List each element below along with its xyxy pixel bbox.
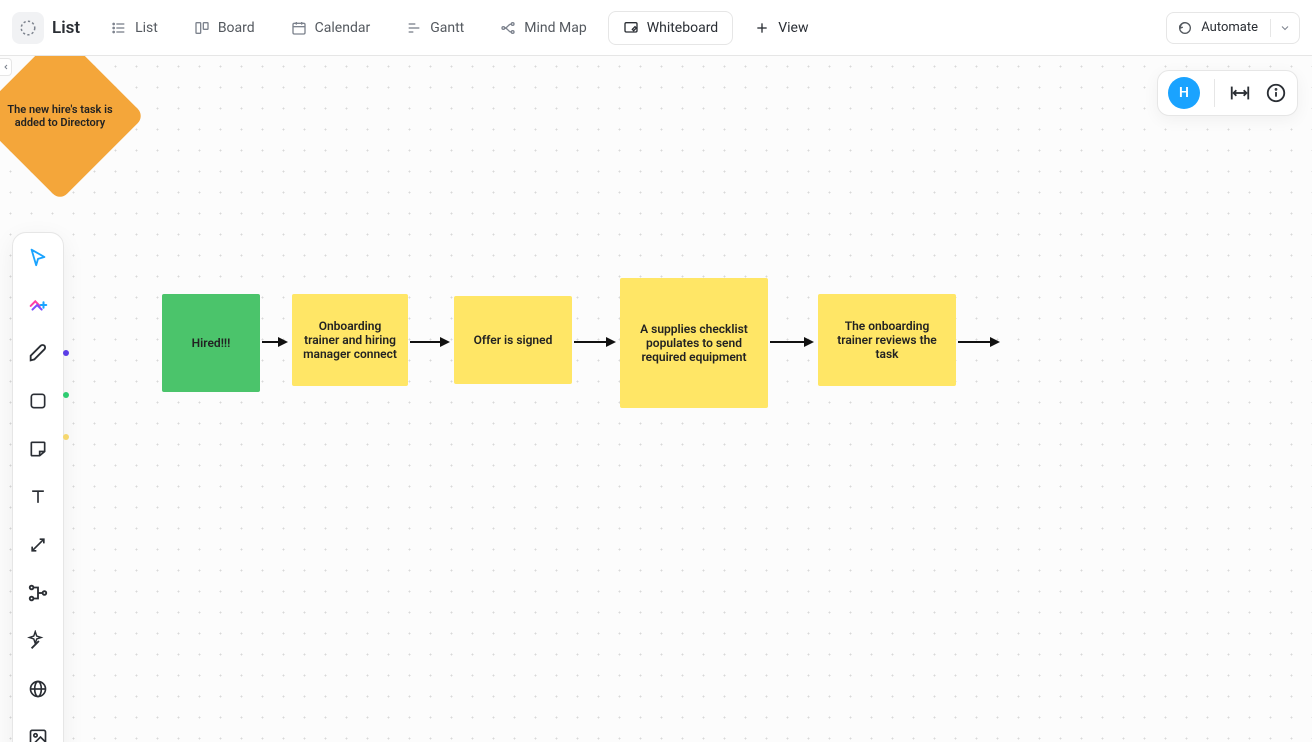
node-added-to-directory[interactable]: The new hire's task is added to Director…	[0, 56, 145, 201]
tool-generate[interactable]	[22, 291, 54, 319]
board-view-icon	[194, 20, 210, 36]
tool-select[interactable]	[22, 243, 54, 271]
tab-board[interactable]: Board	[179, 11, 270, 45]
node-text: Onboarding trainer and hiring manager co…	[302, 319, 398, 361]
tool-relations[interactable]	[22, 579, 54, 607]
arrow-1[interactable]	[262, 341, 286, 343]
tab-label: Board	[218, 20, 255, 36]
tool-connector[interactable]	[22, 531, 54, 559]
color-swatch-green[interactable]	[63, 392, 69, 398]
tab-label: Gantt	[430, 20, 464, 36]
tab-list[interactable]: List	[96, 11, 173, 45]
arrow-5[interactable]	[958, 341, 998, 343]
node-text: Offer is signed	[474, 333, 553, 347]
divider	[1214, 79, 1215, 107]
top-bar: List List Board Calendar Gantt Mind Map …	[0, 0, 1312, 56]
info-icon[interactable]	[1265, 82, 1287, 104]
tab-label: Mind Map	[524, 20, 586, 36]
fit-width-icon[interactable]	[1229, 82, 1251, 104]
add-view-button[interactable]: View	[739, 11, 823, 45]
mindmap-view-icon	[500, 20, 516, 36]
avatar[interactable]: H	[1168, 77, 1200, 109]
tool-shape[interactable]	[22, 387, 54, 415]
tool-image[interactable]	[22, 723, 54, 742]
tool-text[interactable]	[22, 483, 54, 511]
canvas-top-right-controls: H	[1157, 70, 1298, 116]
tool-sticky[interactable]	[22, 435, 54, 463]
automate-button[interactable]: Automate	[1166, 12, 1300, 44]
node-text: The onboarding trainer reviews the task	[828, 319, 946, 361]
dashed-circle-icon	[19, 19, 37, 37]
node-text: A supplies checklist populates to send r…	[630, 322, 758, 364]
chevron-down-icon[interactable]	[1270, 19, 1291, 37]
arrow-2[interactable]	[410, 341, 448, 343]
node-hired[interactable]: Hired!!!	[162, 294, 260, 392]
color-swatch-yellow[interactable]	[63, 434, 69, 440]
plus-icon	[754, 20, 770, 36]
tab-whiteboard[interactable]: Whiteboard	[608, 11, 734, 45]
tab-label: Calendar	[315, 20, 371, 36]
add-view-label: View	[778, 20, 808, 36]
list-title: List	[52, 18, 80, 38]
node-trainer-review[interactable]: The onboarding trainer reviews the task	[818, 294, 956, 386]
tool-web[interactable]	[22, 675, 54, 703]
tab-label: Whiteboard	[647, 20, 719, 36]
tool-pen[interactable]	[22, 339, 54, 367]
tab-calendar[interactable]: Calendar	[276, 11, 386, 45]
collapse-handle[interactable]	[0, 58, 12, 76]
node-text: Hired!!!	[192, 336, 231, 350]
list-icon-chip	[12, 12, 44, 44]
tool-ai-sparkle[interactable]	[22, 627, 54, 655]
automate-icon	[1177, 20, 1193, 36]
node-supplies-checklist[interactable]: A supplies checklist populates to send r…	[620, 278, 768, 408]
arrow-3[interactable]	[574, 341, 614, 343]
node-onboarding-connect[interactable]: Onboarding trainer and hiring manager co…	[292, 294, 408, 386]
arrow-4[interactable]	[770, 341, 812, 343]
tab-gantt[interactable]: Gantt	[391, 11, 479, 45]
color-swatch-purple[interactable]	[63, 350, 69, 356]
gantt-view-icon	[406, 20, 422, 36]
tab-label: List	[135, 20, 158, 36]
tab-mindmap[interactable]: Mind Map	[485, 11, 601, 45]
whiteboard-canvas[interactable]: H	[0, 56, 1312, 742]
node-offer-signed[interactable]: Offer is signed	[454, 296, 572, 384]
automate-label: Automate	[1201, 20, 1258, 35]
whiteboard-toolbar	[12, 232, 64, 742]
whiteboard-view-icon	[623, 20, 639, 36]
list-view-icon	[111, 20, 127, 36]
calendar-view-icon	[291, 20, 307, 36]
node-text: The new hire's task is added to Director…	[0, 103, 120, 129]
